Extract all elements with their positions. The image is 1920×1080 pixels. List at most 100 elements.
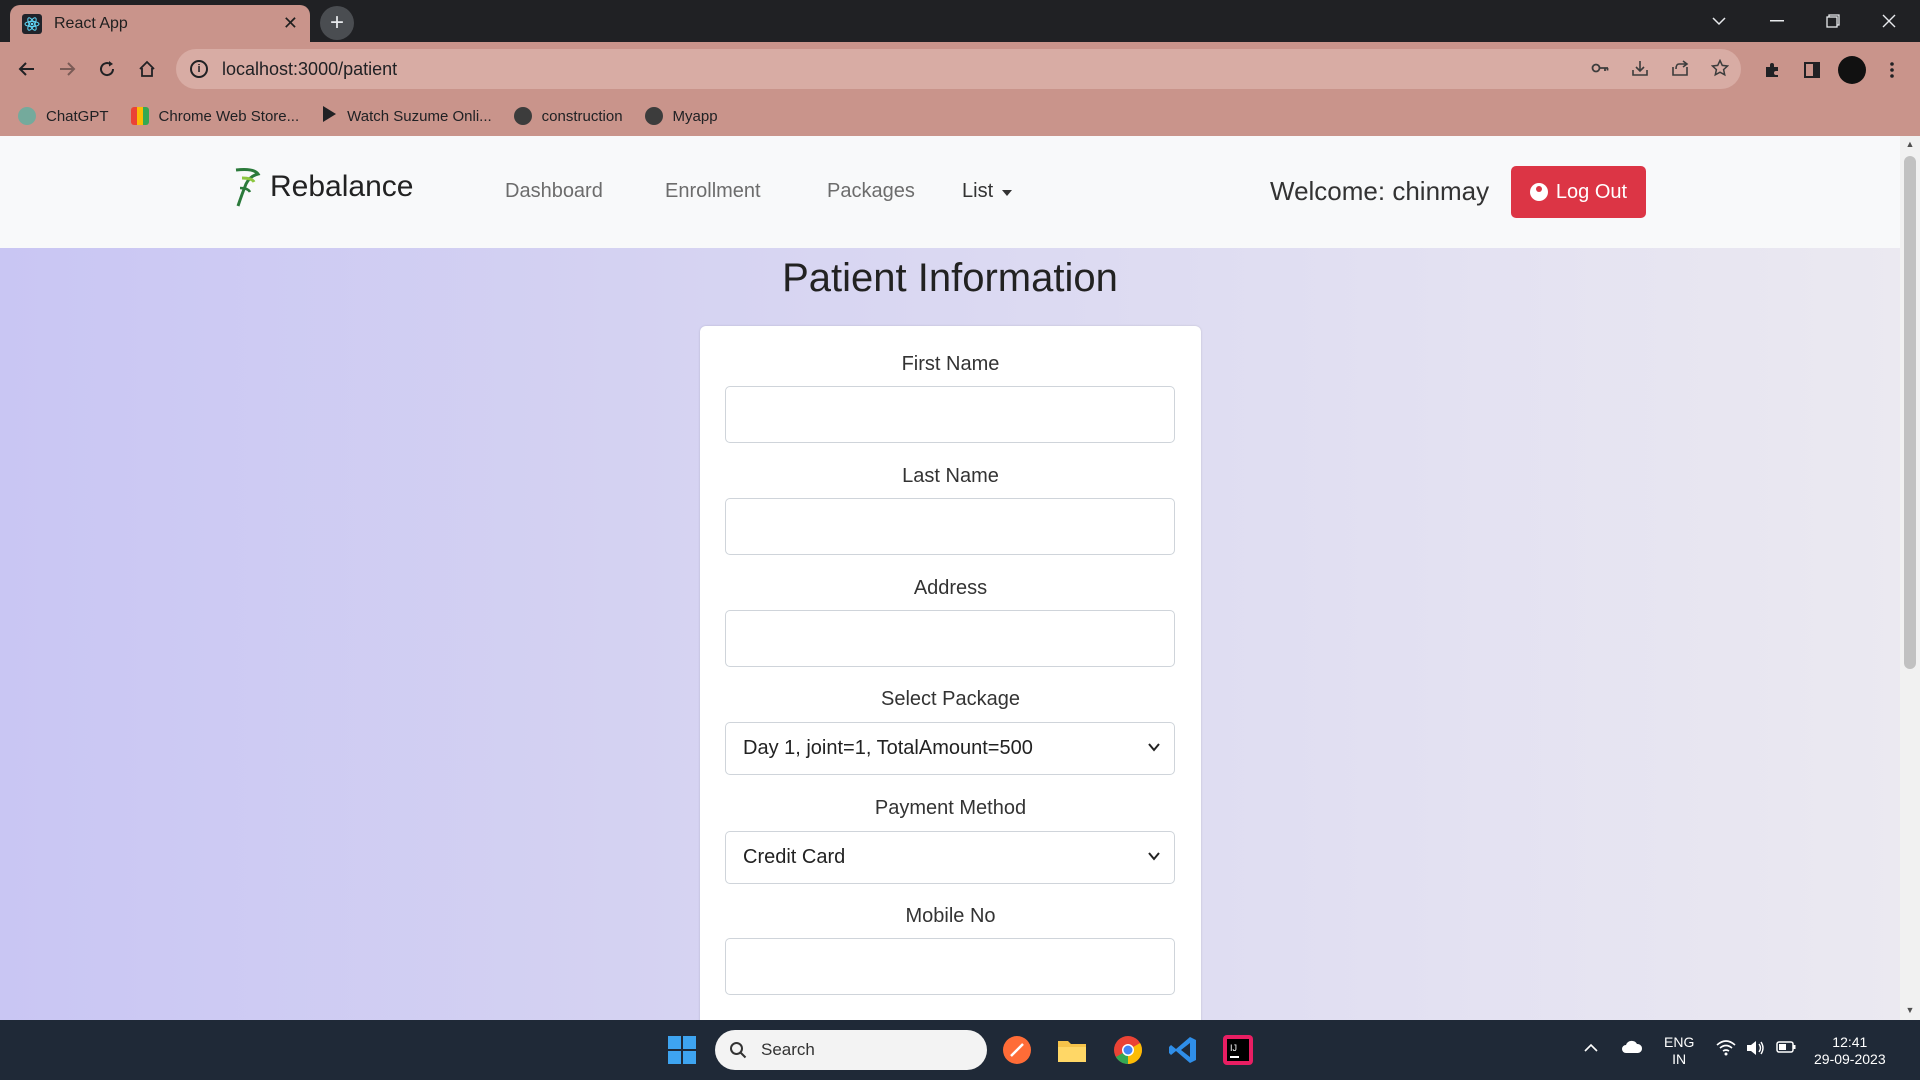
payment-method-label: Payment Method <box>874 797 1027 819</box>
minimize-icon[interactable] <box>1750 0 1804 42</box>
onedrive-cloud-icon[interactable] <box>1621 1040 1643 1058</box>
caret-down-icon <box>1001 190 1012 196</box>
first-name-input[interactable] <box>725 386 1175 443</box>
extensions-icon[interactable] <box>1758 56 1786 84</box>
language-code: ENG <box>1664 1034 1695 1050</box>
last-name-label: Last Name <box>902 465 999 487</box>
logout-button[interactable]: Log Out <box>1511 166 1646 218</box>
tab-search-chevron-icon[interactable] <box>1692 0 1746 42</box>
nav-list-dropdown[interactable]: List <box>962 180 1013 203</box>
side-panel-icon[interactable] <box>1798 56 1826 84</box>
profile-avatar[interactable] <box>1838 56 1866 84</box>
patient-form-card: First Name Last Name Address Select Pack… <box>700 326 1201 1020</box>
back-icon[interactable] <box>12 54 42 84</box>
bookmark-myapp[interactable]: Myapp <box>644 107 718 125</box>
svg-text:IJ: IJ <box>1230 1043 1237 1053</box>
package-select[interactable]: Day 1, joint=1, TotalAmount=500 <box>725 722 1175 775</box>
bookmark-label: Chrome Web Store... <box>158 107 300 125</box>
nav-list-label: List <box>962 180 994 202</box>
file-explorer-icon[interactable] <box>1054 1032 1090 1068</box>
rebalance-logo-icon <box>232 166 264 208</box>
wifi-icon[interactable] <box>1716 1040 1736 1060</box>
close-window-icon[interactable] <box>1862 0 1916 42</box>
chrome-web-store-icon <box>130 107 149 125</box>
bookmark-chatgpt[interactable]: ChatGPT <box>18 107 109 125</box>
logout-label: Log Out <box>1555 180 1628 203</box>
battery-icon[interactable] <box>1776 1040 1796 1058</box>
language-indicator[interactable]: ENG IN <box>1664 1034 1694 1068</box>
brand-name: Rebalance <box>270 170 414 203</box>
page-viewport: Rebalance Dashboard Enrollment Packages … <box>0 136 1900 1020</box>
payment-selected-value: Credit Card <box>743 846 846 868</box>
package-label: Select Package <box>881 688 1020 710</box>
browser-toolbar: i localhost:3000/patient <box>0 42 1920 96</box>
bookmark-label: construction <box>541 107 623 125</box>
bookmark-construction[interactable]: construction <box>513 107 623 125</box>
home-icon[interactable] <box>132 54 162 84</box>
search-placeholder: Search <box>761 1040 815 1059</box>
bookmarks-bar: ChatGPT Chrome Web Store... Watch Suzume… <box>0 96 1920 136</box>
payment-method-select[interactable]: Credit Card <box>725 831 1175 884</box>
chevron-down-icon <box>1148 743 1160 752</box>
mobile-no-label: Mobile No <box>905 905 996 927</box>
clock-date: 29-09-2023 <box>1814 1051 1886 1067</box>
scrollbar-thumb[interactable] <box>1904 156 1916 669</box>
browser-tab-strip: React App ✕ + <box>0 0 1920 42</box>
postman-icon[interactable] <box>999 1032 1035 1068</box>
tab-close-icon[interactable]: ✕ <box>283 13 298 34</box>
page-title: Patient Information <box>782 256 1118 300</box>
nav-dashboard[interactable]: Dashboard <box>505 180 603 203</box>
chrome-icon[interactable] <box>1110 1032 1146 1068</box>
app-navbar: Rebalance Dashboard Enrollment Packages … <box>0 136 1900 248</box>
bookmark-watch-suzume[interactable]: Watch Suzume Onli... <box>321 105 492 127</box>
nav-packages[interactable]: Packages <box>827 180 915 203</box>
nav-enrollment[interactable]: Enrollment <box>665 180 761 203</box>
brand-logo[interactable]: Rebalance <box>232 166 413 208</box>
new-tab-button[interactable]: + <box>320 6 354 40</box>
address-input[interactable] <box>725 610 1175 667</box>
clock-time: 12:41 <box>1832 1034 1868 1050</box>
address-label: Address <box>913 577 988 599</box>
page-scrollbar[interactable]: ▲ ▼ <box>1900 136 1920 1020</box>
tab-title: React App <box>54 14 128 32</box>
bookmark-label: Watch Suzume Onli... <box>347 107 492 125</box>
scroll-up-icon[interactable]: ▲ <box>1904 139 1916 151</box>
intellij-icon[interactable]: IJ <box>1220 1032 1256 1068</box>
key-icon[interactable] <box>1591 59 1609 82</box>
first-name-label: First Name <box>901 353 1000 375</box>
welcome-text: Welcome: chinmay <box>1270 176 1490 206</box>
show-hidden-icons-chevron-icon[interactable] <box>1584 1040 1598 1057</box>
site-info-icon[interactable]: i <box>190 60 208 78</box>
last-name-input[interactable] <box>725 498 1175 555</box>
restore-icon[interactable] <box>1806 0 1860 42</box>
bookmark-star-icon[interactable] <box>1710 58 1730 82</box>
forward-icon[interactable] <box>52 54 82 84</box>
chatgpt-icon <box>18 107 36 125</box>
bookmark-label: ChatGPT <box>46 107 109 125</box>
volume-icon[interactable] <box>1746 1040 1766 1060</box>
clock[interactable]: 12:41 29-09-2023 <box>1814 1034 1886 1068</box>
package-selected-value: Day 1, joint=1, TotalAmount=500 <box>743 737 1033 759</box>
windows-start-icon[interactable] <box>664 1032 700 1068</box>
scroll-down-icon[interactable]: ▼ <box>1904 1005 1916 1017</box>
bookmark-label: Myapp <box>672 107 718 125</box>
mobile-no-input[interactable] <box>725 938 1175 995</box>
install-icon[interactable] <box>1631 59 1649 82</box>
menu-kebab-icon[interactable] <box>1878 56 1906 84</box>
taskbar-search[interactable]: Search <box>715 1030 987 1070</box>
globe-icon <box>644 107 663 125</box>
chevron-down-icon <box>1148 852 1160 861</box>
play-icon <box>321 105 337 127</box>
search-icon <box>730 1042 747 1059</box>
react-icon <box>22 13 42 34</box>
bookmark-chrome-web-store[interactable]: Chrome Web Store... <box>130 107 300 125</box>
windows-taskbar: Search IJ ENG IN 12:41 29-09-2023 <box>0 1020 1920 1080</box>
user-circle-icon <box>1529 183 1548 201</box>
share-icon[interactable] <box>1671 59 1689 82</box>
reload-icon[interactable] <box>92 54 122 84</box>
url-text: localhost:3000/patient <box>222 58 398 79</box>
browser-tab[interactable]: React App ✕ <box>10 5 310 42</box>
region-code: IN <box>1672 1051 1687 1067</box>
vscode-icon[interactable] <box>1165 1032 1201 1068</box>
address-bar[interactable]: i localhost:3000/patient <box>176 49 1741 89</box>
